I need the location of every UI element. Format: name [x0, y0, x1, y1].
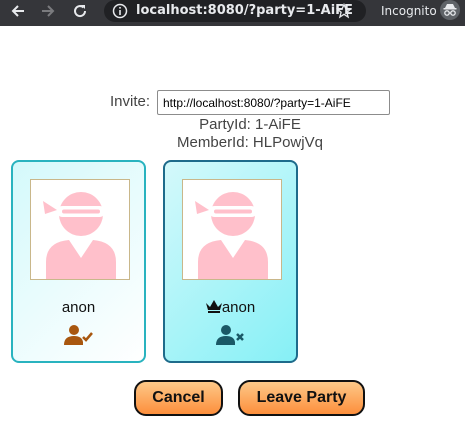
- invite-link-input[interactable]: [157, 90, 390, 115]
- member-name: anon: [221, 299, 256, 316]
- user-x-icon: [216, 325, 244, 345]
- member-name: anon: [61, 299, 96, 316]
- info-icon[interactable]: [112, 3, 128, 19]
- bookmark-star-icon[interactable]: [336, 3, 352, 19]
- incognito-label: Incognito: [381, 4, 437, 18]
- member-card: anon: [163, 160, 298, 363]
- reload-icon[interactable]: [70, 0, 90, 22]
- leave-party-button[interactable]: Leave Party: [238, 380, 365, 416]
- avatar: [182, 179, 282, 280]
- invite-label: Invite:: [110, 93, 151, 110]
- party-id-text: PartyId: 1-AiFE: [199, 116, 301, 133]
- incognito-icon[interactable]: [440, 0, 460, 20]
- user-check-icon: [64, 325, 93, 345]
- anonymous-ninja-avatar-icon: [43, 192, 116, 279]
- anonymous-ninja-avatar-icon: [195, 192, 268, 279]
- avatar: [30, 179, 130, 280]
- forward-arrow-icon[interactable]: [38, 0, 58, 22]
- browser-toolbar: localhost:8080/?party=1-AiFE Incognito: [0, 0, 465, 26]
- url-text[interactable]: localhost:8080/?party=1-AiFE: [136, 3, 353, 19]
- cancel-button[interactable]: Cancel: [134, 380, 223, 416]
- address-bar[interactable]: localhost:8080/?party=1-AiFE: [104, 0, 366, 22]
- member-card: anon: [11, 160, 146, 363]
- member-id-text: MemberId: HLPowjVq: [177, 134, 323, 151]
- back-arrow-icon[interactable]: [8, 0, 28, 22]
